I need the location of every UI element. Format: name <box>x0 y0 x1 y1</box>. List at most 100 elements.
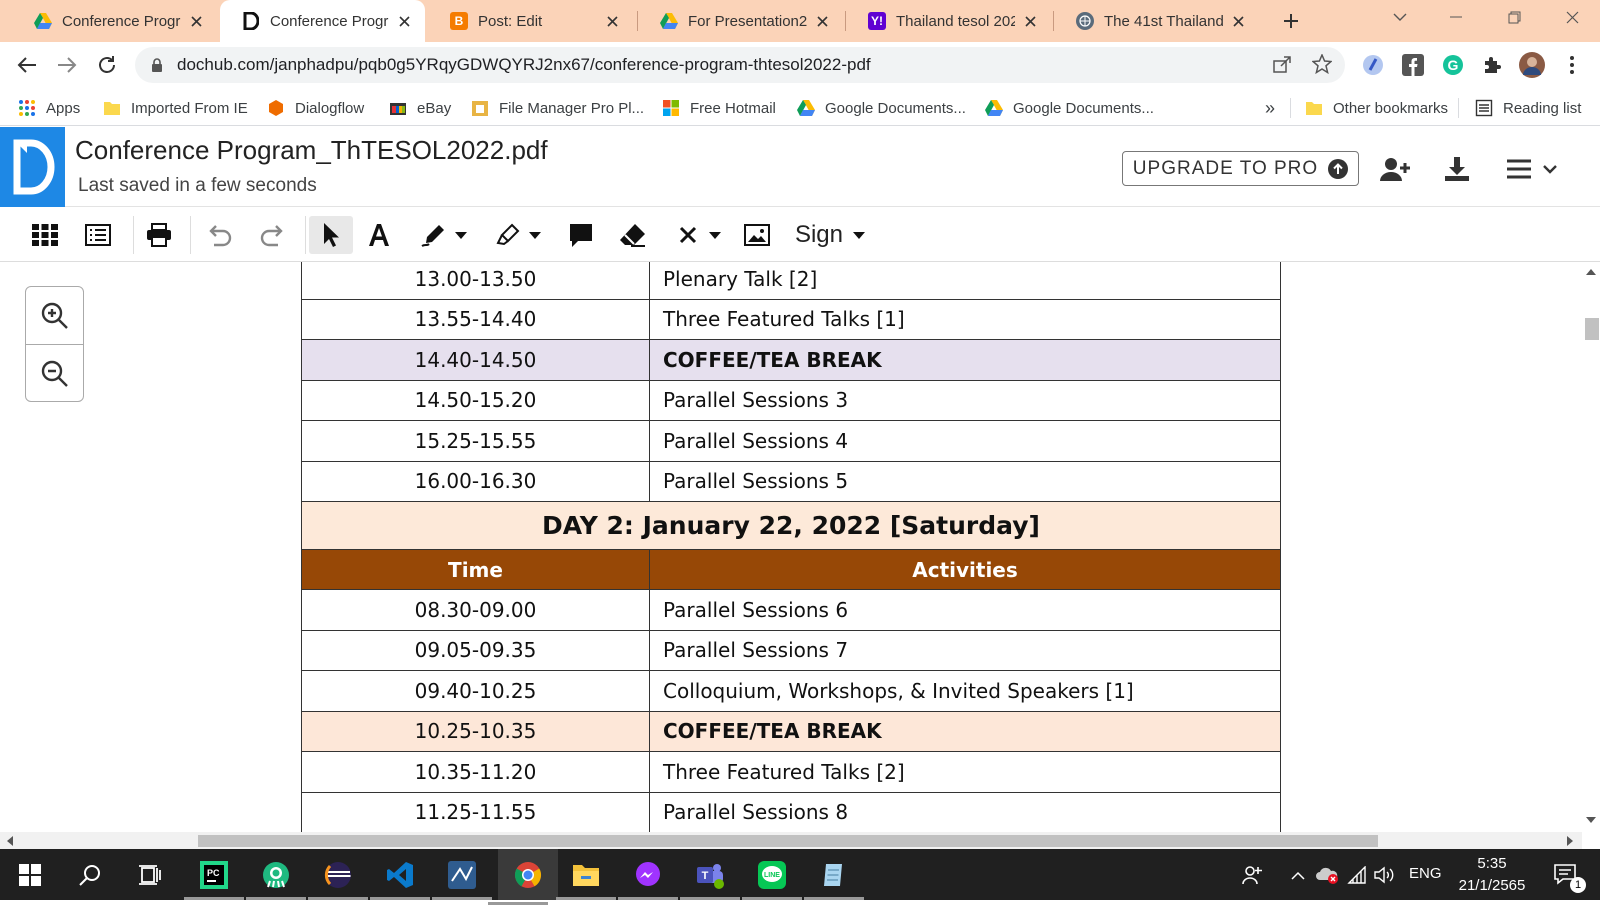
close-icon[interactable] <box>813 12 831 30</box>
taskbar-vscode[interactable] <box>370 855 430 900</box>
forward-button[interactable] <box>53 51 81 79</box>
taskbar-messenger[interactable] <box>618 855 678 900</box>
text-tool-icon <box>369 224 389 246</box>
zoom-in-button[interactable] <box>26 287 83 344</box>
tab-post-edit[interactable]: B Post: Edit <box>428 0 633 42</box>
more-bookmarks-button[interactable]: » <box>1265 97 1275 119</box>
tab-search-button[interactable] <box>1372 0 1428 34</box>
bookmark-imported-from-ie[interactable]: Imported From IE <box>103 97 248 119</box>
bookmark-free-hotmail[interactable]: Free Hotmail <box>662 97 776 119</box>
bookmark-dialogflow[interactable]: Dialogflow <box>267 97 364 119</box>
image-tool-button[interactable] <box>738 216 776 254</box>
volume-control[interactable] <box>1373 855 1397 895</box>
bookmark-other-bookmarks[interactable]: Other bookmarks <box>1305 97 1448 119</box>
tab-41st-thailand-tesol[interactable]: The 41st Thailand TESOL <box>1054 0 1259 42</box>
scroll-right-arrow[interactable] <box>1564 835 1576 847</box>
scroll-up-arrow[interactable] <box>1585 266 1597 278</box>
bookmark-google-documents-1[interactable]: Google Documents... <box>797 97 966 119</box>
caret-down-icon <box>853 231 866 239</box>
add-user-button[interactable] <box>1378 152 1412 186</box>
dochub-logo[interactable] <box>0 127 65 207</box>
triangle-down-icon <box>1586 817 1596 823</box>
comment-icon <box>570 224 592 247</box>
star-icon[interactable] <box>1312 54 1332 74</box>
puzzle-extensions-icon[interactable] <box>1481 53 1505 77</box>
arrow-left-icon <box>17 57 36 73</box>
time-cell: 08.30-09.00 <box>301 589 650 631</box>
facebook-icon[interactable] <box>1401 53 1425 77</box>
vertical-scroll-thumb[interactable] <box>1585 318 1599 340</box>
profile-avatar[interactable] <box>1518 51 1546 79</box>
undo-button[interactable] <box>200 216 238 254</box>
taskbar-pycharm[interactable]: PC <box>184 855 244 900</box>
taskbar-chrome[interactable] <box>488 849 558 905</box>
text-tool-button[interactable] <box>360 216 398 254</box>
bookmark-ebay[interactable]: eBay <box>389 97 451 119</box>
document-title[interactable]: Conference Program_ThTESOL2022.pdf <box>75 135 548 166</box>
sign-menu-button[interactable]: Sign <box>790 216 870 254</box>
action-center-button[interactable]: 1 <box>1546 855 1586 895</box>
close-icon[interactable] <box>603 12 621 30</box>
extension-blue-icon[interactable] <box>1361 53 1385 77</box>
zoom-out-button[interactable] <box>26 345 83 402</box>
bookmark-file-manager-pro[interactable]: File Manager Pro Pl... <box>471 97 644 119</box>
taskbar-line[interactable]: LINE <box>742 855 802 900</box>
minimize-button[interactable] <box>1428 0 1484 34</box>
close-icon[interactable] <box>1229 12 1247 30</box>
close-icon[interactable] <box>187 12 205 30</box>
address-bar[interactable]: dochub.com/janphadpu/pqb0g5YRqyGDWQYRJ2n… <box>135 47 1345 83</box>
scroll-down-arrow[interactable] <box>1585 814 1597 826</box>
vertical-scrollbar[interactable] <box>1582 262 1600 832</box>
main-menu-button[interactable] <box>1503 152 1561 186</box>
back-button[interactable] <box>13 51 41 79</box>
search-button[interactable] <box>70 855 110 895</box>
reload-button[interactable] <box>93 51 121 79</box>
redo-button[interactable] <box>254 216 292 254</box>
new-tab-button[interactable] <box>1278 8 1304 34</box>
lock-icon <box>152 57 162 72</box>
tab-conference-program-drive[interactable]: Conference Program_ThTESOL2022 <box>12 0 217 42</box>
task-view-button[interactable] <box>130 855 170 895</box>
draw-tool-button[interactable] <box>416 216 472 254</box>
eraser-tool-button[interactable] <box>614 216 652 254</box>
upgrade-to-pro-button[interactable]: UPGRADE TO PRO <box>1122 151 1359 186</box>
input-language[interactable]: ENG <box>1409 865 1442 882</box>
taskbar-eclipse[interactable] <box>308 855 368 900</box>
close-icon[interactable] <box>395 12 413 30</box>
taskbar-teams[interactable]: T <box>680 855 740 900</box>
taskbar-gitkraken[interactable] <box>246 855 306 900</box>
comment-tool-button[interactable] <box>562 216 600 254</box>
show-hidden-icons-button[interactable] <box>1286 855 1310 895</box>
highlight-tool-button[interactable] <box>490 216 546 254</box>
select-tool-button[interactable] <box>309 216 353 254</box>
start-button[interactable] <box>10 855 50 895</box>
reading-list-button[interactable]: Reading list <box>1475 97 1581 119</box>
taskbar-file-explorer[interactable] <box>556 855 616 900</box>
taskbar-notepad[interactable] <box>804 855 864 900</box>
taskbar-network-tool[interactable] <box>432 855 492 900</box>
bookmark-apps[interactable]: Apps <box>18 97 80 119</box>
folder-icon <box>573 865 599 886</box>
wifi-status[interactable] <box>1345 855 1369 895</box>
people-button[interactable] <box>1240 855 1264 895</box>
onedrive-status[interactable] <box>1314 855 1340 895</box>
system-clock[interactable]: 5:35 21/1/2565 <box>1452 853 1532 897</box>
tab-for-presentation[interactable]: For Presentation2022 <box>638 0 843 42</box>
print-button[interactable] <box>140 216 178 254</box>
pages-grid-button[interactable] <box>26 216 64 254</box>
close-window-button[interactable] <box>1544 0 1600 34</box>
tab-thailand-tesol[interactable]: Y! Thailand tesol 2022 <box>846 0 1051 42</box>
share-icon[interactable] <box>1272 54 1292 74</box>
scroll-left-arrow[interactable] <box>4 835 16 847</box>
grammarly-icon[interactable]: G <box>1441 53 1465 77</box>
close-icon[interactable] <box>1021 12 1039 30</box>
download-button[interactable] <box>1440 152 1474 186</box>
outline-button[interactable] <box>79 216 117 254</box>
document-viewport[interactable]: 13.00-13.50 Plenary Talk [2] 13.55-14.40 Th… <box>0 262 1582 832</box>
kebab-menu-icon[interactable] <box>1560 53 1584 77</box>
horizontal-scroll-thumb[interactable] <box>198 835 1378 847</box>
cross-tool-button[interactable] <box>672 216 728 254</box>
bookmark-google-documents-2[interactable]: Google Documents... <box>985 97 1154 119</box>
tab-conference-program-dochub[interactable]: Conference Program_ThTESOL2022 <box>220 0 425 42</box>
restore-button[interactable] <box>1486 0 1542 34</box>
